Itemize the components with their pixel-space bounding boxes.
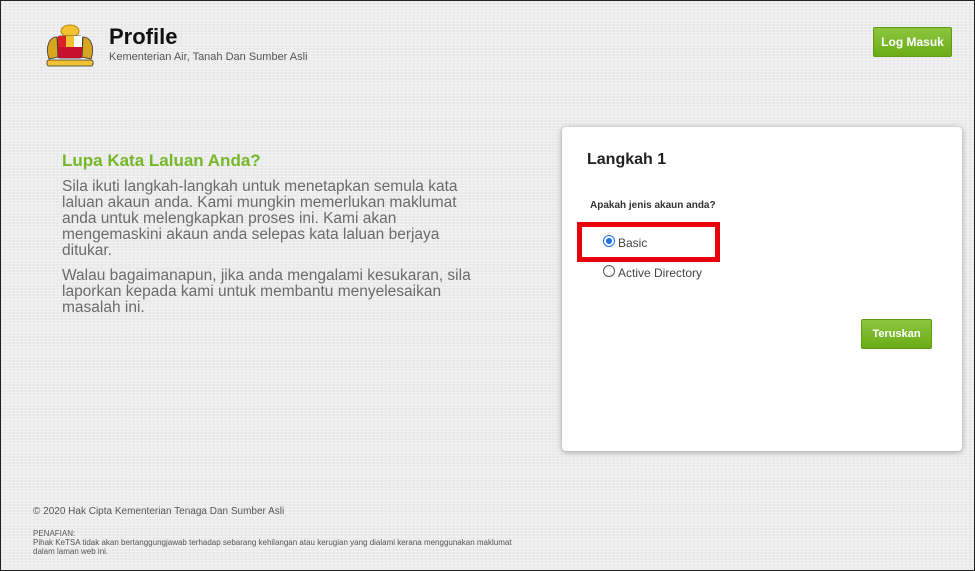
- disclaimer-text: Pihak KeTSA tidak akan bertanggungjawab …: [33, 538, 512, 556]
- info-section: Lupa Kata Laluan Anda? Sila ikuti langka…: [62, 151, 482, 325]
- radio-option-active-directory[interactable]: Active Directory: [603, 265, 702, 281]
- disclaimer-title: PENAFIAN:: [33, 529, 76, 538]
- app-subtitle: Kementerian Air, Tanah Dan Sumber Asli: [109, 51, 308, 63]
- coat-of-arms-icon: [46, 24, 94, 67]
- info-heading: Lupa Kata Laluan Anda?: [62, 151, 261, 170]
- continue-button[interactable]: Teruskan: [861, 319, 932, 349]
- page-frame: Profile Kementerian Air, Tanah Dan Sumbe…: [0, 0, 975, 571]
- header: Profile Kementerian Air, Tanah Dan Sumbe…: [1, 1, 974, 81]
- step-title: Langkah 1: [587, 151, 667, 168]
- radio-option-basic[interactable]: Basic: [603, 235, 647, 251]
- radio-button-active-directory[interactable]: [603, 265, 615, 277]
- highlight-box: [577, 222, 720, 262]
- radio-label-basic: Basic: [618, 236, 648, 250]
- info-paragraph-1: Sila ikuti langkah-langkah untuk menetap…: [62, 178, 458, 259]
- account-type-question: Apakah jenis akaun anda?: [590, 200, 716, 211]
- radio-button-basic[interactable]: [603, 235, 615, 247]
- login-button[interactable]: Log Masuk: [873, 27, 952, 57]
- app-title: Profile: [109, 24, 178, 49]
- footer: © 2020 Hak Cipta Kementerian Tenaga Dan …: [33, 506, 633, 556]
- radio-label-active-directory: Active Directory: [618, 266, 703, 280]
- step-card: Langkah 1 Apakah jenis akaun anda? Basic…: [562, 127, 962, 451]
- info-paragraph-2: Walau bagaimanapun, jika anda mengalami …: [62, 267, 471, 316]
- copyright-text: © 2020 Hak Cipta Kementerian Tenaga Dan …: [33, 506, 285, 517]
